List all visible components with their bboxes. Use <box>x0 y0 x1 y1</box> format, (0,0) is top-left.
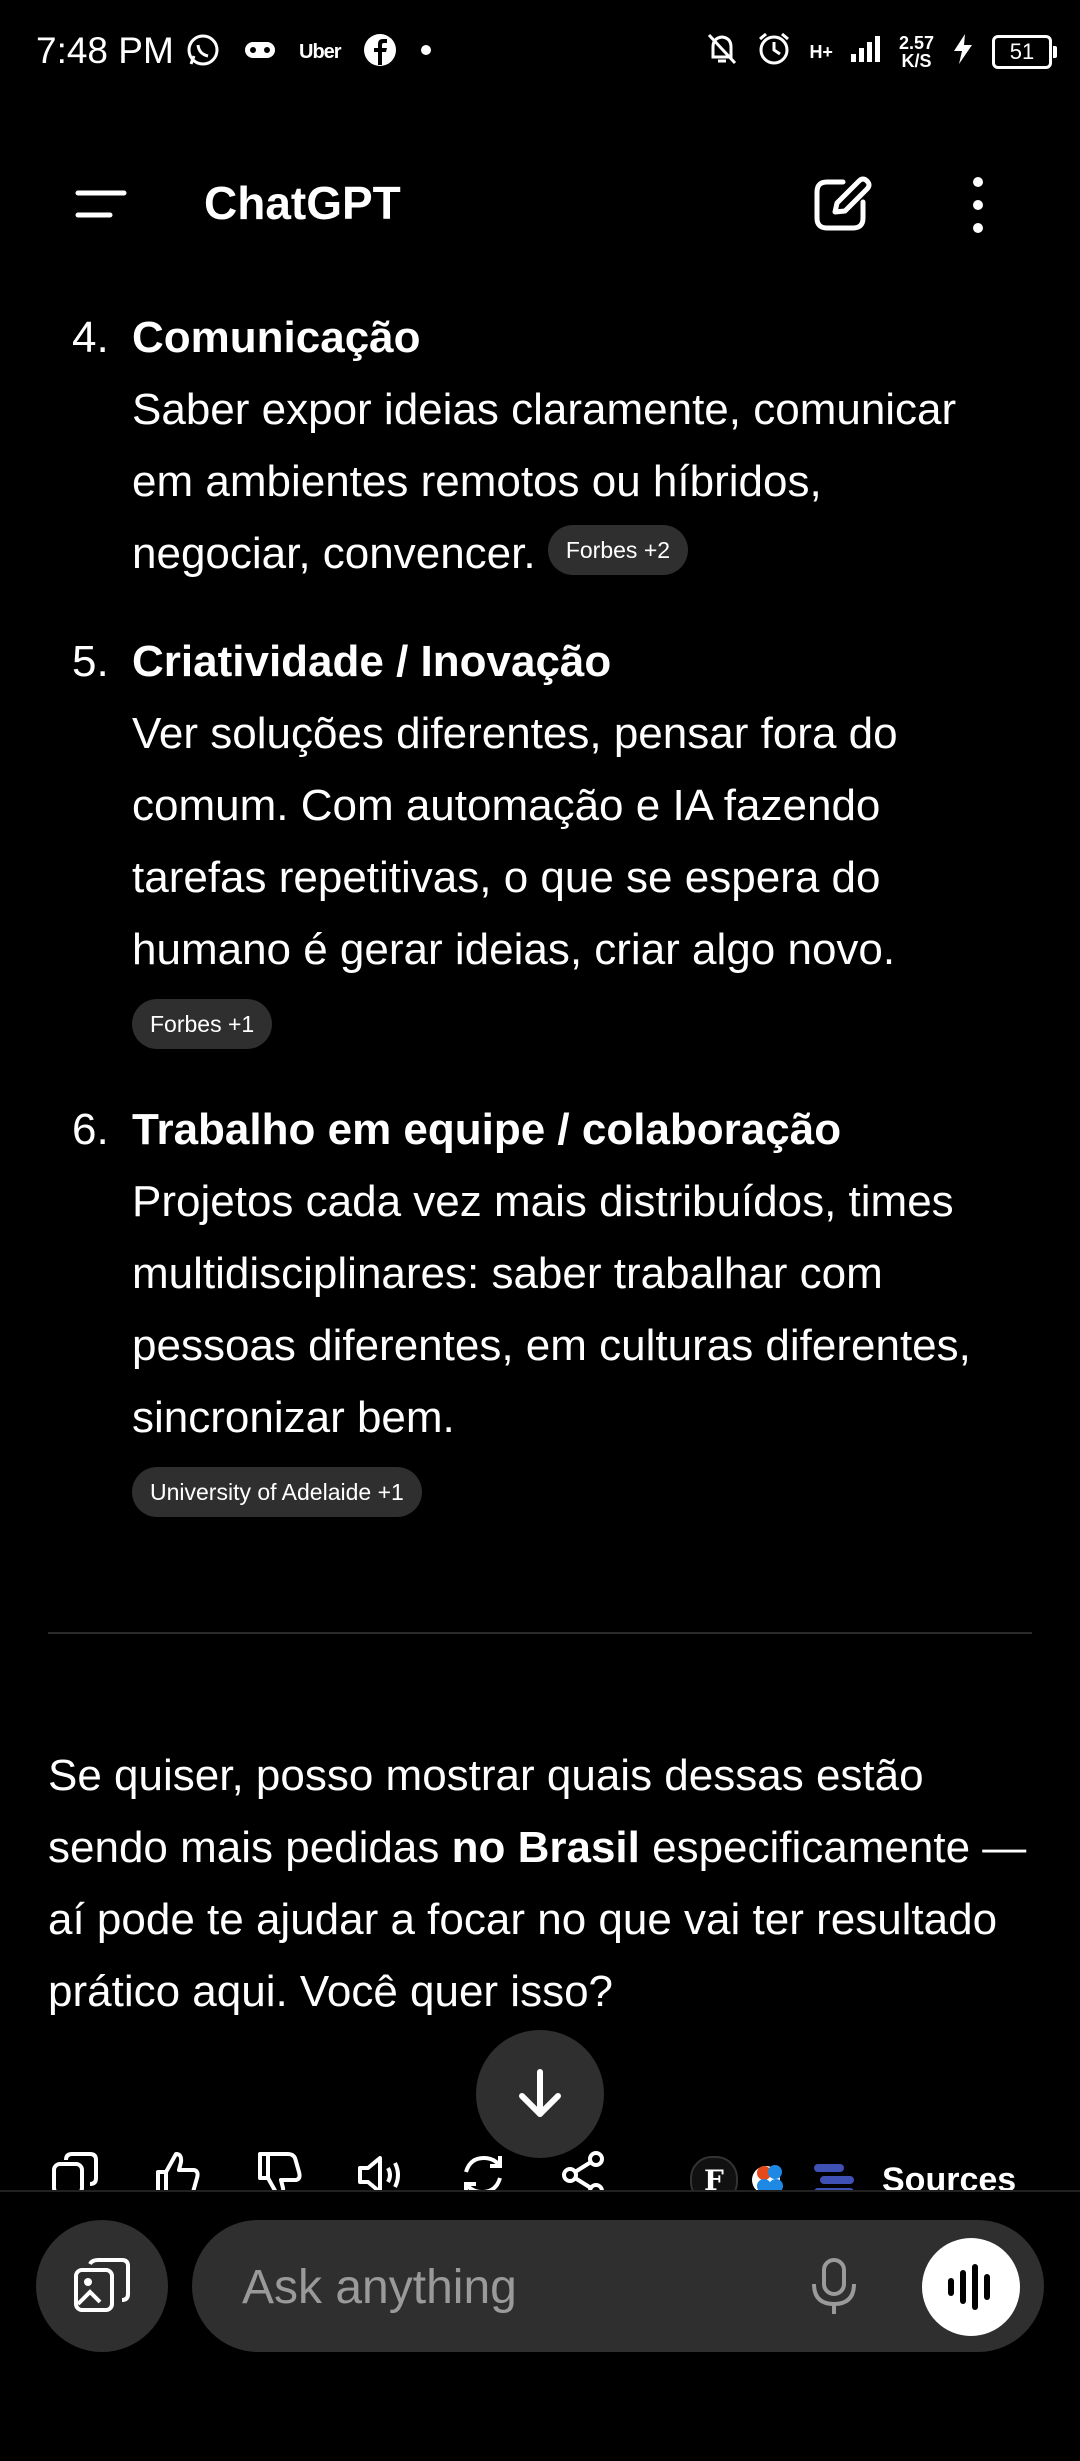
app-bar: ChatGPT <box>0 150 1080 260</box>
image-gallery-icon <box>74 2258 130 2312</box>
source-chip[interactable]: Forbes +1 <box>132 999 273 1050</box>
battery-icon: 51 <box>992 34 1057 69</box>
list-item-text: Saber expor ideias claramente, comunicar… <box>132 385 957 578</box>
network-speed: 2.57 K/S <box>899 34 934 70</box>
dictation-button[interactable] <box>802 2254 866 2318</box>
uber-icon: Uber <box>299 41 342 63</box>
more-vertical-icon <box>973 177 983 233</box>
game-controller-icon <box>243 37 277 68</box>
signal-icon <box>849 34 883 69</box>
composer-bar <box>0 2190 1080 2461</box>
list-item-title: Comunicação <box>132 313 421 362</box>
notification-icons: Uber <box>185 32 433 73</box>
list-item-text: Projetos cada vez mais distribuídos, tim… <box>132 1177 971 1442</box>
menu-button[interactable] <box>70 185 130 225</box>
source-chip[interactable]: Forbes +2 <box>547 525 689 576</box>
network-speed-value: 2.57 <box>898 32 934 53</box>
microphone-icon <box>812 2258 856 2314</box>
arrow-down-icon <box>519 2069 561 2117</box>
follow-up-bold: no Brasil <box>451 1823 640 1872</box>
list-item-title: Criatividade / Inovação <box>132 637 612 686</box>
message-input[interactable] <box>240 2220 804 2354</box>
network-type: H+ <box>809 41 833 62</box>
system-icons: H+ 2.57 K/S 51 <box>705 30 1057 73</box>
message-input-container <box>192 2220 1044 2354</box>
voice-waveform-icon <box>948 2264 990 2310</box>
source-chip[interactable]: University of Adelaide +1 <box>132 1467 422 1518</box>
attach-button[interactable] <box>36 2220 168 2352</box>
charging-icon <box>950 32 976 71</box>
list-item-title: Trabalho em equipe / colaboração <box>132 1105 842 1154</box>
status-bar: 7:48 PM Uber H+ 2.57 K/S 51 <box>0 0 1080 110</box>
scroll-to-bottom-button[interactable] <box>476 2030 604 2158</box>
list-item-text: Ver soluções diferentes, pensar fora do … <box>132 709 898 974</box>
voice-mode-button[interactable] <box>922 2238 1020 2336</box>
list-item-body: Comunicação Saber expor ideias clarament… <box>132 302 1012 590</box>
menu-icon <box>75 190 127 218</box>
list-item-body: Trabalho em equipe / colaboração Projeto… <box>132 1094 1012 1526</box>
edit-icon <box>814 176 872 231</box>
mute-bell-icon <box>705 31 739 72</box>
alarm-icon <box>755 30 793 73</box>
app-title: ChatGPT <box>204 177 401 229</box>
list-item-body: Criatividade / Inovação Ver soluções dif… <box>132 626 1012 1058</box>
list-number: 4. <box>72 313 109 362</box>
facebook-icon <box>363 33 397 72</box>
more-options-button[interactable] <box>958 172 998 238</box>
divider <box>48 1632 1032 1634</box>
notification-dot-icon <box>419 43 433 62</box>
list-number: 6. <box>72 1105 109 1154</box>
list-number: 5. <box>72 637 109 686</box>
network-speed-unit: K/S <box>901 50 932 71</box>
status-time: 7:48 PM <box>36 30 174 71</box>
new-chat-button[interactable] <box>805 170 875 240</box>
whatsapp-icon <box>185 32 221 73</box>
follow-up-text: Se quiser, posso mostrar quais dessas es… <box>48 1740 1038 2028</box>
